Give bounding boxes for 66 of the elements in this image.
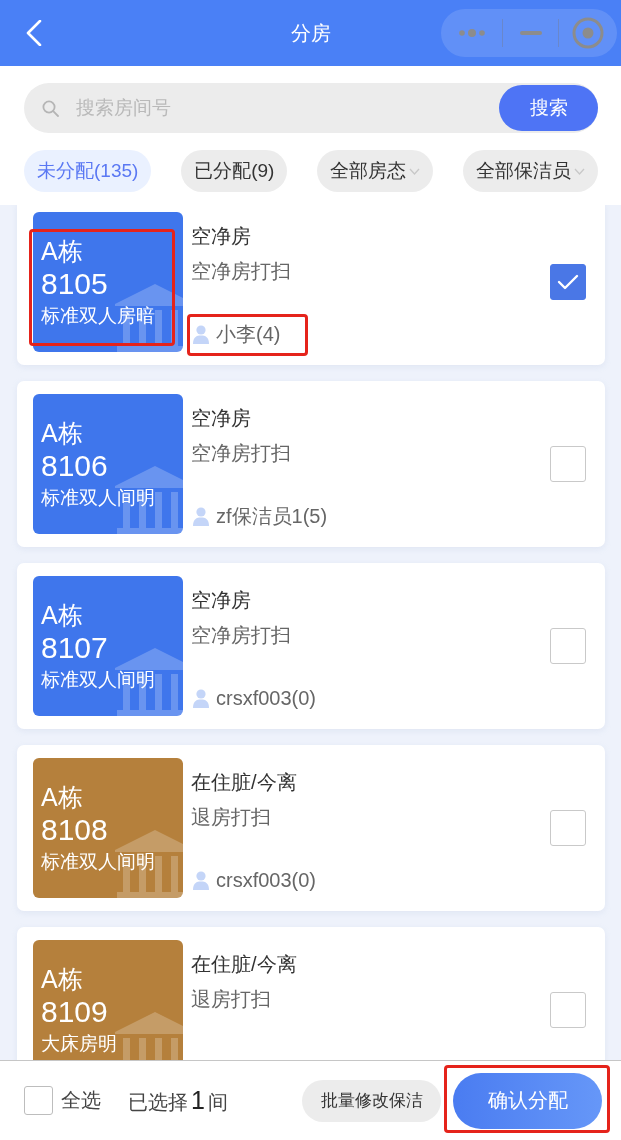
room-number: 8105 — [41, 267, 108, 301]
cleaner-name: crsxf003(0) — [216, 686, 317, 711]
check-icon — [557, 274, 579, 290]
room-type: 标准双人间明 — [41, 850, 155, 874]
room-number: 8108 — [41, 813, 108, 847]
room-card[interactable]: A栋 8109 大床房明 在住脏/今离 退房打扫 — [17, 927, 605, 1060]
person-icon — [193, 324, 209, 344]
room-card[interactable]: A栋 8106 标准双人间明 空净房 空净房打扫 zf保洁员1(5) — [17, 381, 605, 547]
caret-icon — [409, 167, 421, 175]
cleaner-name: crsxf003(0) — [216, 868, 317, 893]
room-status: 在住脏/今离 — [191, 770, 297, 795]
target-circle-icon[interactable] — [572, 17, 604, 49]
select-all-label: 全选 — [61, 1088, 101, 1113]
filter-dropdown[interactable]: 全部保洁员 — [463, 150, 598, 192]
cleaner-name: 小李(4) — [216, 322, 281, 347]
building-icon — [115, 828, 183, 898]
building-label: A栋 — [41, 236, 83, 267]
building-label: A栋 — [41, 964, 83, 995]
search-icon — [42, 99, 59, 117]
cleaner-name: zf保洁员1(5) — [216, 504, 328, 529]
room-status: 空净房 — [191, 588, 251, 613]
minimize-icon[interactable] — [519, 31, 542, 35]
cleaning-task: 退房打扫 — [191, 987, 271, 1012]
building-label: A栋 — [41, 418, 83, 449]
room-checkbox[interactable] — [550, 628, 586, 664]
room-checkbox[interactable] — [550, 264, 586, 300]
room-status: 在住脏/今离 — [191, 952, 297, 977]
room-number: 8109 — [41, 995, 108, 1029]
selection-count: 已选择 1 间 — [128, 1085, 228, 1116]
room-type: 标准双人间明 — [41, 668, 155, 692]
back-button[interactable] — [24, 19, 44, 47]
room-checkbox[interactable] — [550, 810, 586, 846]
room-card[interactable]: A栋 8108 标准双人间明 在住脏/今离 退房打扫 crsxf003(0) — [17, 745, 605, 911]
room-card[interactable]: A栋 8107 标准双人间明 空净房 空净房打扫 crsxf003(0) — [17, 563, 605, 729]
person-icon — [193, 870, 209, 890]
select-all-checkbox[interactable] — [24, 1086, 53, 1115]
cleaning-task: 空净房打扫 — [191, 259, 291, 284]
cleaning-task: 空净房打扫 — [191, 623, 291, 648]
chevron-left-icon — [26, 20, 42, 46]
caret-icon — [574, 167, 585, 175]
room-type: 大床房明 — [41, 1032, 117, 1056]
room-number: 8106 — [41, 449, 108, 483]
search-button[interactable]: 搜索 — [499, 85, 598, 131]
person-icon — [193, 688, 209, 708]
room-status: 空净房 — [191, 406, 251, 431]
page-title: 分房 — [290, 20, 331, 46]
room-number: 8107 — [41, 631, 108, 665]
batch-edit-cleaner-button[interactable]: 批量修改保洁 — [302, 1079, 441, 1122]
building-label: A栋 — [41, 782, 83, 813]
building-icon — [115, 646, 183, 716]
person-icon — [193, 506, 209, 526]
building-icon — [115, 282, 183, 352]
cleaning-task: 退房打扫 — [191, 805, 271, 830]
room-checkbox[interactable] — [550, 992, 586, 1028]
filter-dropdown[interactable]: 全部房态 — [317, 150, 434, 192]
room-type: 标准双人间明 — [41, 486, 155, 510]
building-icon — [115, 1010, 183, 1060]
building-label: A栋 — [41, 600, 83, 631]
filter-tab[interactable]: 已分配(9) — [181, 150, 288, 192]
building-icon — [115, 464, 183, 534]
room-status: 空净房 — [191, 224, 251, 249]
room-card[interactable]: A栋 8105 标准双人房暗 空净房 空净房打扫 小李(4) — [17, 205, 605, 365]
room-checkbox[interactable] — [550, 446, 586, 482]
cleaning-task: 空净房打扫 — [191, 441, 291, 466]
room-type: 标准双人房暗 — [41, 304, 155, 328]
more-dots-icon[interactable] — [458, 29, 485, 37]
